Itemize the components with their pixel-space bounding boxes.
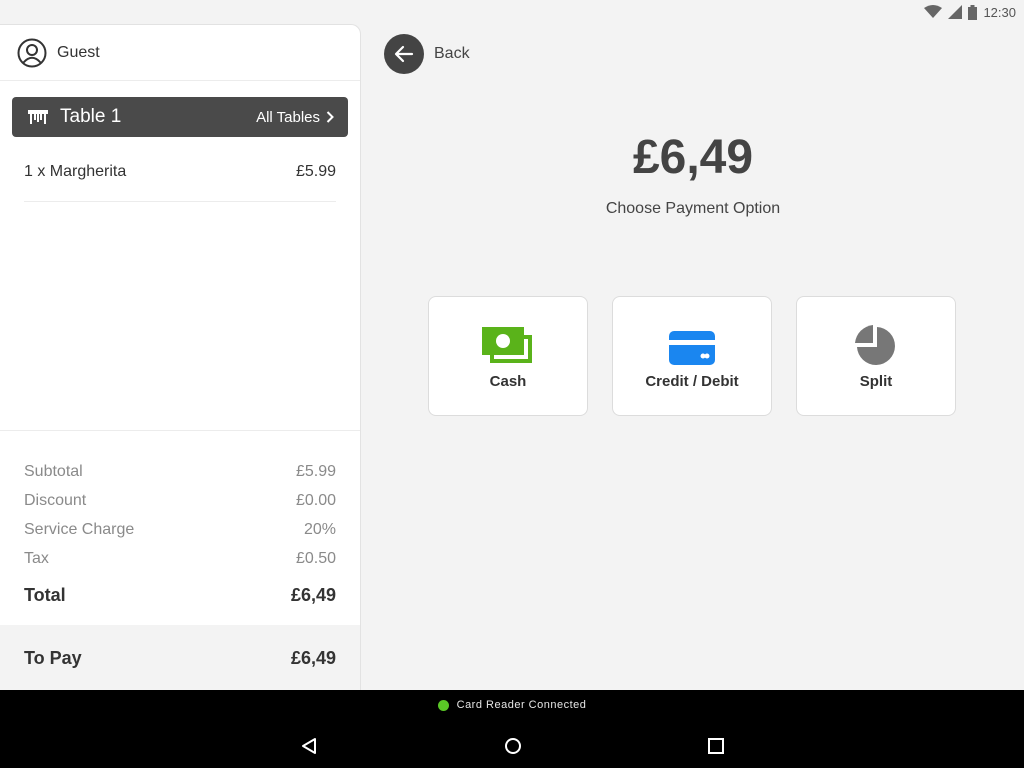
cash-icon [482,326,532,363]
cash-label: Cash [489,372,527,390]
back-arrow-icon [384,34,424,74]
triangle-back-icon [302,738,316,754]
cash-option-button[interactable]: Cash [428,296,588,416]
tax-value: £0.50 [295,549,336,567]
card-reader-label: Card Reader Connected [456,699,587,711]
to-pay-row: To Pay £6,49 [0,625,360,691]
payment-prompt: Choose Payment Option [605,200,781,217]
credit-debit-label: Credit / Debit [645,372,739,390]
discount-label: Discount [24,491,87,509]
table-selector[interactable]: Table 1 All Tables [12,97,348,137]
split-option-button[interactable]: Split [796,296,956,416]
status-bar: 12:30 [0,0,1024,24]
service-charge-value: 20% [303,520,336,538]
cell-signal-icon [948,5,963,19]
total-value: £6,49 [290,585,336,605]
chevron-right-icon [326,111,334,123]
guest-label: Guest [57,43,100,61]
total-label: Total [24,585,66,605]
card-reader-status: Card Reader Connected [0,699,1024,711]
clock: 12:30 [983,4,1016,20]
tax-row: Tax £0.50 [24,544,336,573]
service-charge-label: Service Charge [24,520,135,538]
guest-row[interactable]: Guest [0,25,360,81]
order-item-price: £5.99 [295,163,336,180]
square-recents-icon [708,738,724,754]
battery-icon [968,4,978,20]
all-tables-label: All Tables [256,108,320,126]
order-panel: Guest Table 1 All Tables 1 x Margherita … [0,24,361,691]
split-label: Split [859,372,893,390]
service-charge-row: Service Charge 20% [24,515,336,544]
nav-home-button[interactable] [501,734,525,758]
tax-label: Tax [24,549,49,567]
payment-amount: £6,49 [632,131,754,184]
table-icon [28,110,48,124]
credit-card-icon [669,330,715,365]
subtotal-value: £5.99 [295,462,336,480]
nav-back-button[interactable] [297,734,321,758]
subtotal-label: Subtotal [24,462,83,480]
to-pay-label: To Pay [24,647,82,668]
system-nav-bar: Card Reader Connected [0,690,1024,768]
back-label: Back [434,45,470,62]
nav-recents-button[interactable] [704,734,728,758]
credit-debit-option-button[interactable]: Credit / Debit [612,296,772,416]
back-button[interactable]: Back [384,34,470,74]
to-pay-value: £6,49 [290,647,336,668]
discount-value: £0.00 [295,491,336,509]
discount-row: Discount £0.00 [24,486,336,515]
payment-options: Cash Credit / Debit Split [428,296,956,416]
order-line-item[interactable]: 1 x Margherita £5.99 [24,149,336,202]
table-name: Table 1 [60,106,122,127]
pie-chart-icon [855,324,895,365]
user-circle-icon [17,38,47,67]
status-dot-icon [437,699,449,711]
order-item-label: 1 x Margherita [24,163,127,180]
order-summary: Subtotal £5.99 Discount £0.00 Service Ch… [0,430,360,610]
all-tables-link[interactable]: All Tables [256,109,334,126]
wifi-icon [924,5,943,18]
subtotal-row: Subtotal £5.99 [24,457,336,486]
total-row: Total £6,49 [24,581,336,610]
circle-home-icon [505,738,521,754]
